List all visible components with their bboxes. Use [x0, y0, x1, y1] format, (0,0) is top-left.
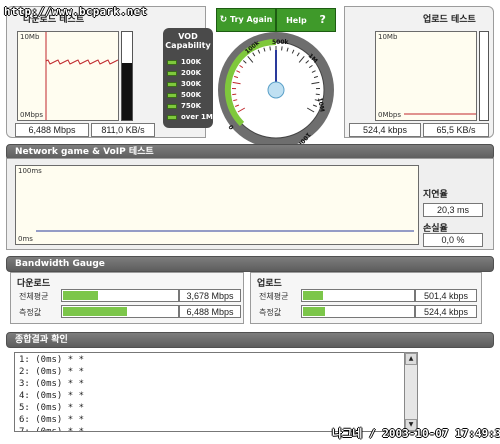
- upload-graph-plot: [404, 113, 476, 115]
- bandwidth-download-avg-label: 전체평균: [19, 292, 49, 301]
- voip-graph-plot: [36, 230, 414, 232]
- capture-stamp: 나그네 / 2003-10-07 17:49:36: [332, 427, 500, 440]
- vod-led-icon: [167, 71, 177, 76]
- vod-led-icon: [167, 60, 177, 65]
- site-watermark: http://www.bcpark.net: [4, 5, 148, 18]
- result-line: 5: (0ms) * *: [19, 403, 85, 413]
- bandwidth-download-avg-bar: [61, 289, 179, 302]
- speed-gauge: ↻ Try Again Help ? 100k 500k 1M 10M 100M…: [212, 8, 340, 148]
- download-graph: 10Mb 0Mbps: [17, 31, 119, 121]
- vod-led-icon: [167, 104, 177, 109]
- result-line: 3: (0ms) * *: [19, 379, 85, 389]
- vod-item: 200K: [167, 69, 213, 78]
- gauge-dial: 100k 500k 1M 10M 100M 0: [218, 32, 334, 148]
- bandwidth-upload-meas-label: 측정값: [259, 308, 282, 317]
- bandwidth-download-meas-label: 측정값: [19, 308, 42, 317]
- download-mbps-value: 6,488 Mbps: [15, 123, 89, 137]
- gauge-hub: [267, 81, 285, 99]
- vod-item-label: 500K: [181, 91, 202, 99]
- download-series-line: [45, 59, 118, 65]
- result-scrollbar[interactable]: ▲ ▼: [404, 352, 418, 432]
- try-again-icon: ↻: [219, 15, 228, 25]
- vod-capability-panel: VOD Capability 100K 200K 300K 500K 750K over …: [163, 28, 213, 128]
- vod-item: 100K: [167, 58, 213, 67]
- upload-title: 업로드 테스트: [423, 15, 476, 25]
- help-icon: ?: [319, 13, 326, 26]
- bandwidth-upload-avg-fill: [303, 291, 324, 300]
- loss-value: 0,0 %: [423, 233, 483, 247]
- bandwidth-upload-avg-value: 501,4 kbps: [415, 289, 477, 302]
- bandwidth-section-header: Bandwidth Gauge: [6, 256, 494, 272]
- vod-item: over 1M: [167, 113, 213, 122]
- download-level-meter: [121, 31, 133, 121]
- vod-item: 500K: [167, 91, 213, 100]
- result-log[interactable]: 1: (0ms) * * 2: (0ms) * * 3: (0ms) * * 4: (…: [14, 352, 418, 432]
- vod-item: 300K: [167, 80, 213, 89]
- upload-level-meter: [479, 31, 489, 121]
- bandwidth-download-meas-bar: [61, 305, 179, 318]
- vod-item-label: 750K: [181, 102, 202, 110]
- voip-graph: 100ms 0ms: [15, 165, 419, 245]
- try-again-button[interactable]: ↻ Try Again: [216, 8, 276, 32]
- vod-item-label: 300K: [181, 80, 202, 88]
- bandwidth-upload-meas-bar: [301, 305, 415, 318]
- vod-item-label: 100K: [181, 58, 202, 66]
- try-again-label: Try Again: [230, 15, 273, 24]
- scroll-up-icon[interactable]: ▲: [405, 353, 417, 365]
- bandwidth-upload-box: 업로드 전체평균 501,4 kbps 측정값 524,4 kbps: [250, 272, 482, 324]
- result-line: 1: (0ms) * *: [19, 355, 85, 365]
- vod-title: VOD Capability: [165, 32, 211, 50]
- vod-led-icon: [167, 82, 177, 87]
- download-level-fill: [122, 62, 132, 120]
- gauge-tick: [269, 46, 271, 51]
- gauge-tick: [281, 46, 283, 51]
- upload-test-panel: 업로드 테스트 10Mb 0Mbps 524,4 kbps 65,5 KB/s: [344, 6, 494, 138]
- vod-item: 750K: [167, 102, 213, 111]
- bandwidth-upload-avg-bar: [301, 289, 415, 302]
- upload-graph: 10Mb 0Mbps: [375, 31, 477, 121]
- help-button[interactable]: Help ?: [276, 8, 336, 32]
- bandwidth-upload-head: 업로드: [257, 279, 282, 289]
- vod-item-label: over 1M: [181, 113, 213, 121]
- bandwidth-upload-meas-value: 524,4 kbps: [415, 305, 477, 318]
- vod-led-icon: [167, 93, 177, 98]
- bandwidth-download-box: 다운로드 전체평균 3,678 Mbps 측정값 6,488 Mbps: [10, 272, 244, 324]
- upload-kbps-value: 524,4 kbps: [349, 123, 421, 137]
- result-line: 2: (0ms) * *: [19, 367, 85, 377]
- download-graph-plot: [45, 32, 118, 120]
- bandwidth-download-avg-fill: [63, 291, 99, 300]
- download-kbs-value: 811,0 KB/s: [91, 123, 155, 137]
- latency-label: 지연율: [423, 190, 448, 200]
- bandwidth-download-meas-fill: [63, 307, 128, 316]
- result-section-header: 종합결과 확인: [6, 332, 494, 348]
- gauge-label-500k: 500k: [272, 39, 290, 46]
- bandwidth-download-head: 다운로드: [17, 279, 51, 289]
- bandwidth-upload-meas-fill: [303, 307, 325, 316]
- vod-led-icon: [167, 115, 177, 120]
- bandwidth-upload-avg-label: 전체평균: [259, 292, 289, 301]
- help-label: Help: [286, 16, 307, 25]
- vod-item-label: 200K: [181, 69, 202, 77]
- bandwidth-download-avg-value: 3,678 Mbps: [179, 289, 241, 302]
- result-line: 4: (0ms) * *: [19, 391, 85, 401]
- bandwidth-download-meas-value: 6,488 Mbps: [179, 305, 241, 318]
- latency-value: 20,3 ms: [423, 203, 483, 217]
- upload-kbs-value: 65,5 KB/s: [423, 123, 489, 137]
- voip-section: 100ms 0ms 지연율 20,3 ms 손실율 0,0 %: [6, 158, 494, 250]
